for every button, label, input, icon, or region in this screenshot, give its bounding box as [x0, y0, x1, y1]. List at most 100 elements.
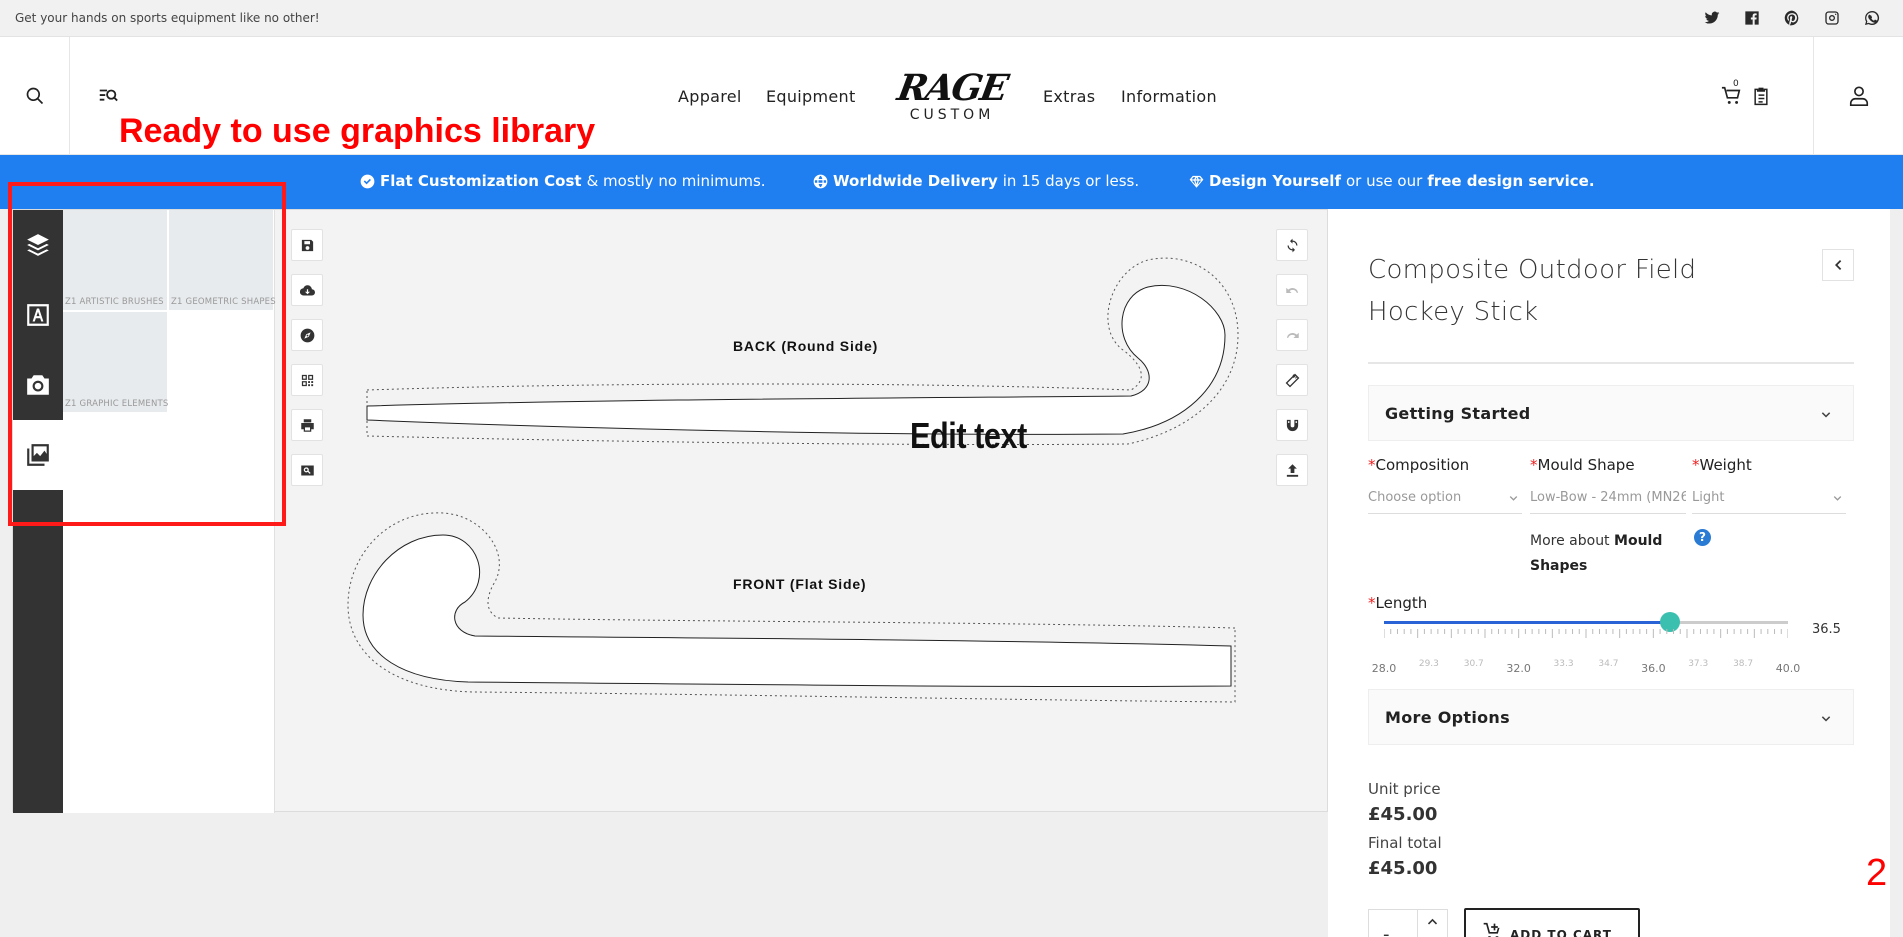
- promo-flat-cost-bold: Flat Customization Cost: [380, 172, 582, 190]
- upload-button[interactable]: [1276, 454, 1308, 486]
- getting-started-accordion[interactable]: Getting Started: [1368, 385, 1854, 441]
- quantity-stepper[interactable]: -: [1368, 909, 1448, 937]
- cart-button[interactable]: 0: [1721, 79, 1743, 107]
- length-slider-ticks: [1384, 629, 1788, 638]
- print-icon: [300, 418, 314, 432]
- zoom-preview-icon: [300, 465, 314, 475]
- annotation-highlight-box: [8, 182, 286, 526]
- slider-tick-label: 30.7: [1463, 659, 1484, 669]
- back-side-label: BACK (Round Side): [733, 338, 879, 354]
- required-marker: *: [1368, 456, 1376, 474]
- mould-shape-select[interactable]: Low-Bow - 24mm (MN26: [1530, 484, 1686, 514]
- accordion-label: More Options: [1385, 708, 1510, 727]
- qr-code-icon: [301, 374, 313, 386]
- slider-tick-label: 28.0: [1371, 662, 1397, 675]
- mould-shape-label: *Mould Shape: [1530, 456, 1635, 474]
- slider-tick-label: 32.0: [1506, 662, 1531, 675]
- twitter-icon[interactable]: [1703, 9, 1721, 27]
- composition-select[interactable]: Choose option: [1368, 484, 1522, 514]
- length-slider-track[interactable]: [1384, 612, 1788, 632]
- required-marker: *: [1530, 456, 1538, 474]
- more-about-prefix: More about: [1530, 533, 1610, 549]
- promo-design: Design Yourself or use our free design s…: [1189, 172, 1595, 190]
- back-stick-outline: [366, 285, 1226, 435]
- mould-shape-value: Low-Bow - 24mm (MN26: [1530, 490, 1686, 505]
- redo-button[interactable]: [1276, 319, 1308, 351]
- composition-value: Choose option: [1368, 490, 1462, 505]
- account-button[interactable]: [1813, 37, 1903, 155]
- promo-delivery-text: in 15 days or less.: [1002, 172, 1140, 190]
- promo-delivery-bold: Worldwide Delivery: [833, 172, 998, 190]
- undo-button[interactable]: [1276, 274, 1308, 306]
- undo-icon: [1285, 287, 1298, 293]
- required-marker: *: [1692, 456, 1700, 474]
- reset-button[interactable]: [1276, 229, 1308, 261]
- add-to-cart-button[interactable]: ADD TO CART: [1464, 908, 1640, 937]
- collapse-panel-button[interactable]: [1822, 249, 1854, 281]
- length-label-text: Length: [1375, 594, 1428, 612]
- slider-tick-label: 37.3: [1688, 659, 1709, 669]
- unit-price-label: Unit price: [1368, 780, 1441, 798]
- saved-designs-button[interactable]: [1751, 85, 1771, 107]
- preview-button[interactable]: [291, 454, 323, 486]
- quantity-decrement[interactable]: -: [1383, 924, 1390, 937]
- nav-apparel[interactable]: Apparel: [678, 87, 742, 106]
- slider-tick-label: 29.3: [1418, 659, 1439, 669]
- front-side-label: FRONT (Flat Side): [733, 576, 867, 592]
- social-links: [1703, 9, 1881, 27]
- save-button[interactable]: [291, 229, 323, 261]
- facebook-icon[interactable]: [1743, 9, 1761, 27]
- top-announcement-bar: Get your hands on sports equipment like …: [0, 0, 1903, 37]
- chevron-down-icon: [1509, 496, 1518, 501]
- final-total-label: Final total: [1368, 834, 1442, 852]
- promo-free-design-link[interactable]: free design service.: [1427, 172, 1594, 190]
- search-button[interactable]: [0, 37, 70, 155]
- whatsapp-icon[interactable]: [1863, 9, 1881, 27]
- add-to-cart-icon: [1483, 922, 1500, 937]
- cart-count: 0: [1733, 79, 1739, 89]
- explore-button[interactable]: [291, 319, 323, 351]
- help-icon[interactable]: ?: [1694, 529, 1711, 546]
- promo-flat-cost: Flat Customization Cost & mostly no mini…: [360, 172, 766, 190]
- mould-shape-label-text: Mould Shape: [1537, 456, 1635, 474]
- nav-equipment[interactable]: Equipment: [766, 87, 856, 106]
- qr-code-button[interactable]: [291, 364, 323, 396]
- print-button[interactable]: [291, 409, 323, 441]
- weight-select[interactable]: Light: [1692, 484, 1846, 514]
- compass-icon: [300, 328, 314, 342]
- editable-text-object[interactable]: Edit text: [910, 415, 1027, 457]
- upload-icon: [1286, 463, 1298, 477]
- search-icon: [26, 87, 43, 105]
- pinterest-icon[interactable]: [1783, 9, 1801, 27]
- more-options-accordion[interactable]: More Options: [1368, 689, 1854, 745]
- globe-icon: [813, 174, 828, 188]
- clipboard-list-icon: [1754, 87, 1768, 106]
- chevron-down-icon: [1821, 716, 1831, 722]
- site-logo[interactable]: RAGE CUSTOM: [894, 67, 1009, 127]
- slider-tick-label: 38.7: [1733, 659, 1754, 669]
- nav-information[interactable]: Information: [1121, 87, 1217, 106]
- cloud-download-button[interactable]: [291, 274, 323, 306]
- divider: [1368, 362, 1854, 364]
- chevron-left-icon: [1835, 260, 1842, 270]
- annotation-title: Ready to use graphics library: [119, 112, 596, 150]
- quantity-increment-button[interactable]: [1417, 910, 1447, 937]
- promo-design-bold: Design Yourself: [1209, 172, 1341, 190]
- slider-tick-label: 36.0: [1641, 662, 1666, 675]
- logo-subtitle: CUSTOM: [909, 107, 995, 123]
- promo-delivery: Worldwide Delivery in 15 days or less.: [813, 172, 1139, 190]
- ruler-button[interactable]: [1276, 364, 1308, 396]
- save-icon: [301, 239, 313, 251]
- nav-extras[interactable]: Extras: [1043, 87, 1095, 106]
- redo-icon: [1286, 332, 1299, 338]
- diamond-icon: [1189, 175, 1204, 188]
- user-icon: [1849, 86, 1868, 106]
- tagline: Get your hands on sports equipment like …: [15, 11, 320, 25]
- instagram-icon[interactable]: [1823, 9, 1841, 27]
- more-about-mould-shapes-link[interactable]: More about Mould Shapes: [1530, 529, 1670, 579]
- cloud-download-icon: [299, 284, 315, 296]
- front-stick-outline: [362, 534, 1232, 688]
- check-circle-icon: [360, 174, 375, 188]
- filter-search-icon: [99, 89, 118, 102]
- snap-magnet-button[interactable]: [1276, 409, 1308, 441]
